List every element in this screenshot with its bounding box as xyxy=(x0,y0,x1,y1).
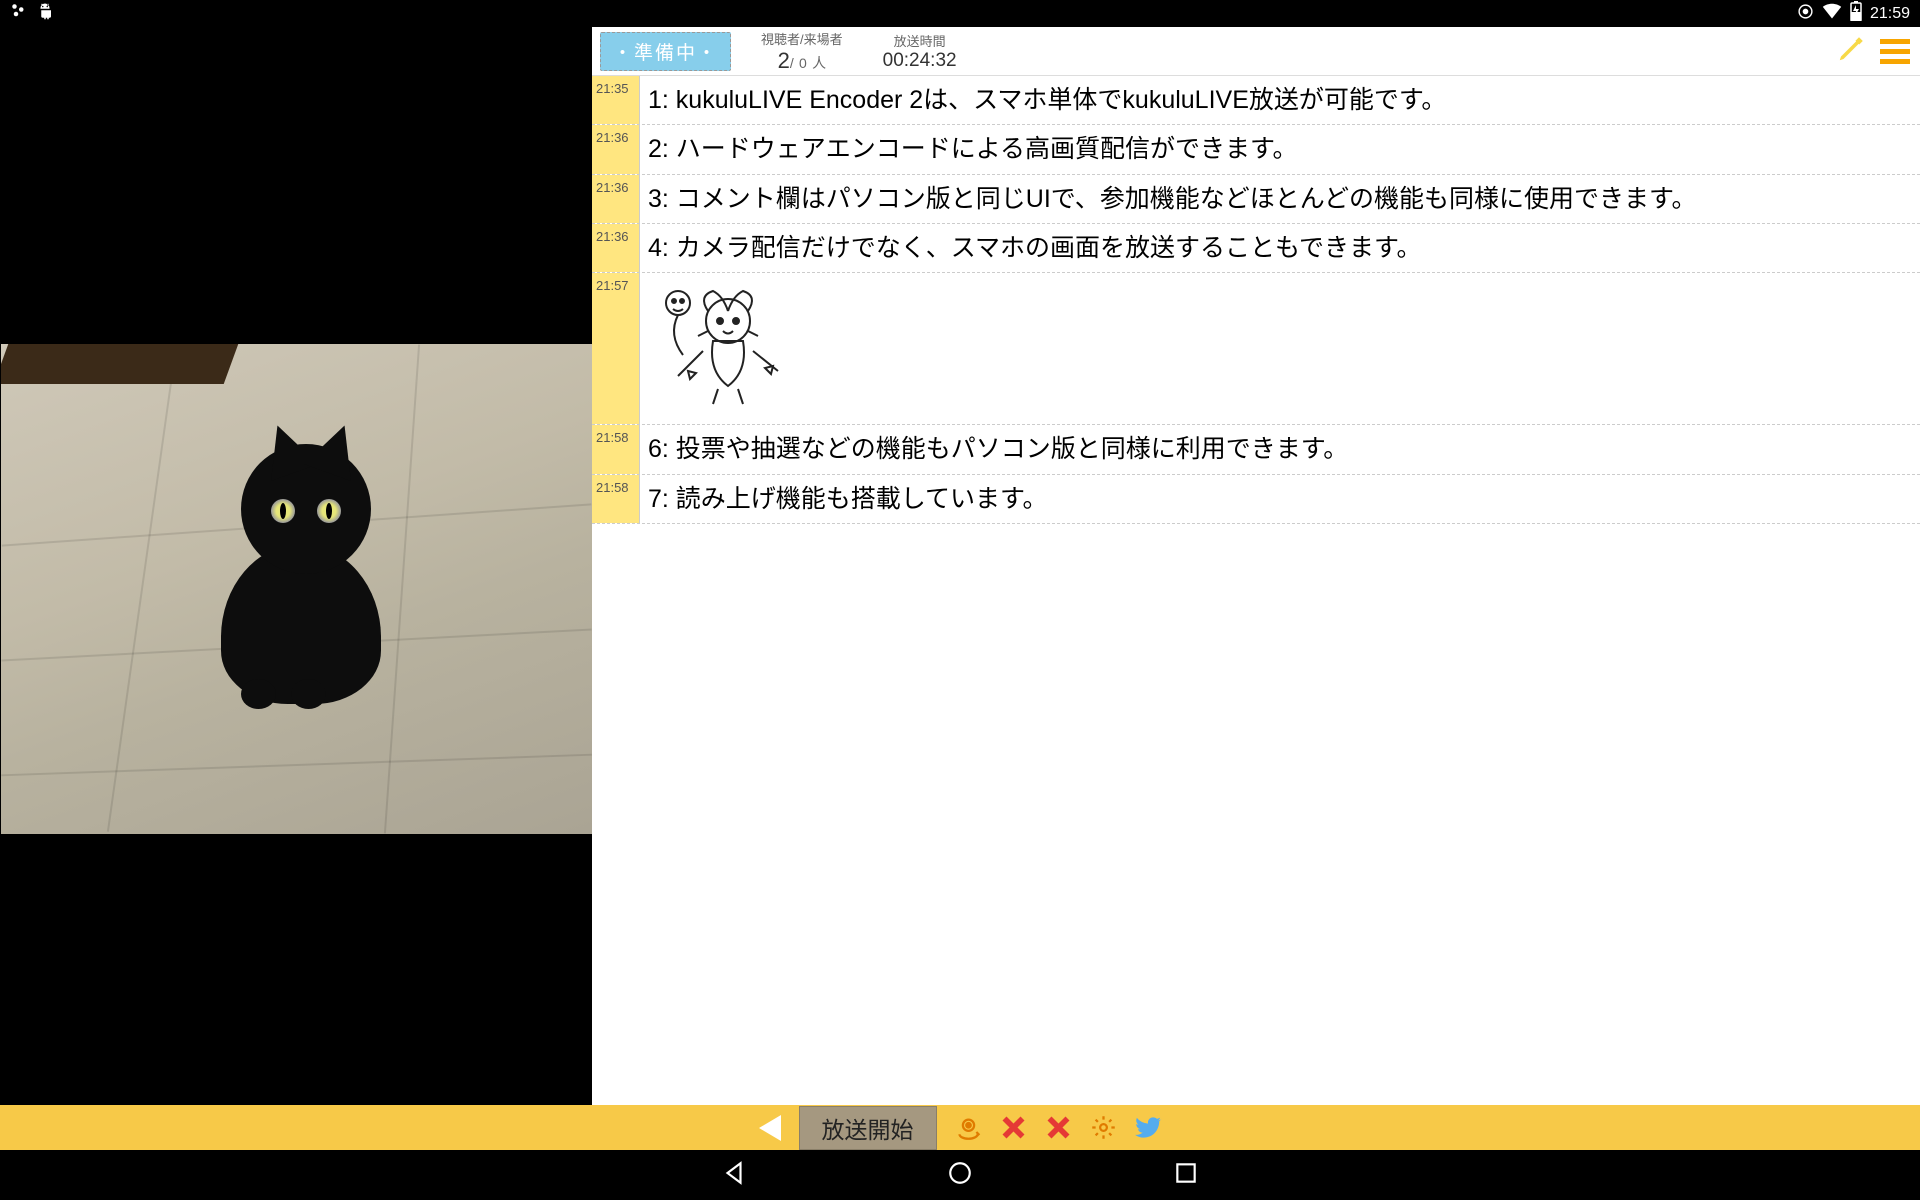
comment-row: 21:36 3: コメント欄はパソコン版と同じUIで、参加機能などほとんどの機能… xyxy=(592,175,1920,224)
app-bottom-bar: 放送開始 xyxy=(0,1105,1920,1150)
app-logo-icon xyxy=(10,2,28,25)
sync-icon xyxy=(1797,3,1814,25)
camera-image xyxy=(1,344,592,834)
comment-row: 21:36 4: カメラ配信だけでなく、スマホの画面を放送することもできます。 xyxy=(592,224,1920,273)
viewers-label: 視聴者/来場者 xyxy=(761,29,843,48)
viewers-current: 2 xyxy=(778,48,790,73)
main-area: ・準備中・ 視聴者/来場者 2/ 0 人 放送時間 00:24:32 xyxy=(0,27,1920,1150)
hamburger-menu-icon[interactable] xyxy=(1880,39,1910,64)
broadcast-time-label: 放送時間 xyxy=(883,31,957,50)
comment-image xyxy=(640,273,1920,424)
comment-row: 21:58 7: 読み上げ機能も搭載しています。 xyxy=(592,475,1920,524)
comment-text: 3: コメント欄はパソコン版と同じUIで、参加機能などほとんどの機能も同様に使用… xyxy=(640,175,1920,223)
wifi-icon xyxy=(1822,1,1842,26)
right-header: ・準備中・ 視聴者/来場者 2/ 0 人 放送時間 00:24:32 xyxy=(592,27,1920,76)
comment-time: 21:36 xyxy=(592,224,640,272)
android-icon xyxy=(36,2,54,25)
comment-time: 21:36 xyxy=(592,175,640,223)
android-status-bar: 21:59 xyxy=(0,0,1920,27)
broadcast-status-badge: ・準備中・ xyxy=(600,32,731,71)
broadcast-time-block: 放送時間 00:24:32 xyxy=(883,31,957,72)
close-red-icon-2[interactable] xyxy=(1045,1114,1072,1141)
comment-row: 21:57 xyxy=(592,273,1920,425)
settings-gear-icon[interactable] xyxy=(1090,1114,1117,1141)
battery-charging-icon xyxy=(1850,1,1862,26)
viewers-total: 0 xyxy=(799,55,807,71)
comment-row: 21:58 6: 投票や抽選などの機能もパソコン版と同様に利用できます。 xyxy=(592,425,1920,474)
compose-icon[interactable] xyxy=(1836,34,1866,69)
camera-preview[interactable] xyxy=(0,27,592,1150)
status-bar-right: 21:59 xyxy=(1797,1,1910,26)
nav-back-icon[interactable] xyxy=(721,1160,747,1191)
broadcast-time-value: 00:24:32 xyxy=(883,50,957,72)
comment-text: 4: カメラ配信だけでなく、スマホの画面を放送することもできます。 xyxy=(640,224,1920,272)
right-panel: ・準備中・ 視聴者/来場者 2/ 0 人 放送時間 00:24:32 xyxy=(592,27,1920,1150)
status-bar-left xyxy=(10,2,54,25)
comment-time: 21:36 xyxy=(592,125,640,173)
comment-text: 6: 投票や抽選などの機能もパソコン版と同様に利用できます。 xyxy=(640,425,1920,473)
anime-doodle-icon xyxy=(648,384,803,412)
twitter-icon[interactable] xyxy=(1135,1114,1162,1141)
viewers-stat-block: 視聴者/来場者 2/ 0 人 xyxy=(761,29,843,74)
android-nav-bar xyxy=(0,1150,1920,1200)
comment-row: 21:36 2: ハードウェアエンコードによる高画質配信ができます。 xyxy=(592,125,1920,174)
comment-time: 21:57 xyxy=(592,273,640,424)
start-broadcast-button[interactable]: 放送開始 xyxy=(799,1106,937,1150)
clock: 21:59 xyxy=(1870,5,1910,23)
back-triangle-icon[interactable] xyxy=(759,1115,781,1141)
nav-home-icon[interactable] xyxy=(947,1160,973,1191)
nav-recent-icon[interactable] xyxy=(1173,1160,1199,1191)
comment-text: 1: kukuluLIVE Encoder 2は、スマホ単体でkukuluLIV… xyxy=(640,76,1920,124)
comment-row: 21:35 1: kukuluLIVE Encoder 2は、スマホ単体でkuk… xyxy=(592,76,1920,125)
comment-list[interactable]: 21:35 1: kukuluLIVE Encoder 2は、スマホ単体でkuk… xyxy=(592,76,1920,1150)
comment-time: 21:35 xyxy=(592,76,640,124)
comment-text: 2: ハードウェアエンコードによる高画質配信ができます。 xyxy=(640,125,1920,173)
comment-text: 7: 読み上げ機能も搭載しています。 xyxy=(640,475,1920,523)
comment-time: 21:58 xyxy=(592,475,640,523)
comment-time: 21:58 xyxy=(592,425,640,473)
camera-switch-icon[interactable] xyxy=(955,1114,982,1141)
close-red-icon[interactable] xyxy=(1000,1114,1027,1141)
